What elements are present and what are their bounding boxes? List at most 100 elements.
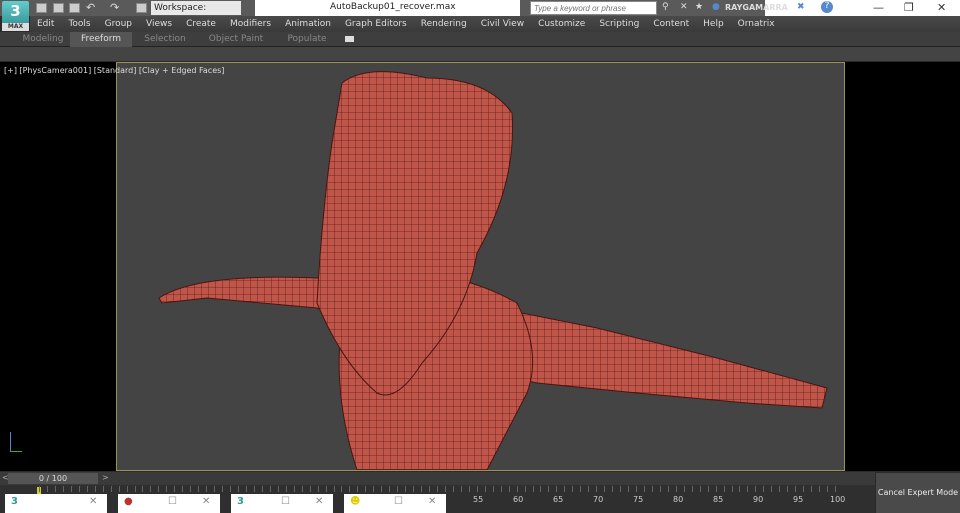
tab-modeling[interactable]: Modeling [8, 32, 78, 47]
timeline-tick [222, 486, 224, 492]
tab-populate[interactable]: Populate [280, 32, 334, 47]
satellite-icon[interactable]: ✕ [680, 2, 688, 12]
viewport-label[interactable]: [+] [PhysCamera001] [Standard] [Clay + E… [4, 66, 224, 75]
timeline-tick [230, 486, 232, 492]
minimize-button[interactable]: — [873, 1, 884, 14]
timeline-tick [126, 486, 128, 492]
timeline-tick [636, 486, 637, 492]
user-icon[interactable]: ● [712, 2, 720, 12]
timeline-tick [580, 486, 582, 492]
next-frame-button[interactable]: > [102, 473, 109, 482]
help-icon[interactable]: ? [821, 1, 833, 13]
timeline-tick [484, 486, 486, 492]
timeline-tick [819, 486, 821, 492]
app-icon: ● [124, 496, 133, 507]
project-folder-icon[interactable] [136, 3, 147, 13]
timeline-tick [349, 486, 351, 492]
cancel-expert-mode-button[interactable]: Cancel Expert Mode [876, 473, 960, 513]
taskbar-thumbnail-3dsmax-2[interactable]: 3 ☐ ✕ [231, 494, 333, 513]
viewport[interactable] [116, 62, 845, 471]
timeline-tick [309, 486, 311, 492]
timeline-tick [827, 486, 829, 492]
timeline-tick [763, 486, 765, 492]
close-icon[interactable]: ✕ [428, 496, 436, 507]
menu-graph-editors[interactable]: Graph Editors [338, 16, 414, 32]
menu-create[interactable]: Create [179, 16, 223, 32]
frame-indicator[interactable]: 0 / 100 [8, 473, 98, 484]
menu-group[interactable]: Group [98, 16, 139, 32]
restore-button[interactable]: ❐ [904, 1, 914, 14]
menu-rendering[interactable]: Rendering [414, 16, 474, 32]
timeline-tick [245, 486, 247, 492]
ribbon-options-icon[interactable] [345, 36, 354, 42]
timeline-tick [795, 486, 797, 492]
maximize-icon[interactable]: ☐ [281, 496, 290, 507]
search-input[interactable] [530, 1, 657, 15]
timeline-tick [421, 486, 423, 492]
timeline-tick [588, 486, 590, 492]
tab-freeform[interactable]: Freeform [70, 32, 132, 47]
taskbar-thumbnail-app[interactable]: ● ☐ ✕ [118, 494, 220, 513]
viewport-letterbox-left [0, 62, 116, 471]
close-icon[interactable]: ✕ [202, 496, 210, 507]
timeline-tick [715, 486, 717, 492]
workspace-dropdown[interactable]: Workspace: Default [151, 1, 241, 27]
open-file-icon[interactable] [53, 3, 64, 13]
tick-label: 55 [473, 495, 484, 504]
menu-scripting[interactable]: Scripting [592, 16, 646, 32]
new-file-icon[interactable] [36, 3, 47, 13]
menu-customize[interactable]: Customize [531, 16, 592, 32]
close-icon[interactable]: ✕ [315, 496, 323, 507]
timeline-tick [261, 486, 263, 492]
taskbar-thumbnail-3dsmax[interactable]: 3 ✕ [5, 494, 107, 513]
user-name[interactable]: RAYGAMARRA [725, 3, 788, 12]
viewport-letterbox-right [845, 62, 960, 471]
binoculars-icon[interactable]: ⚲ [662, 2, 669, 12]
timeline-tick [667, 486, 669, 492]
timeline-tick [174, 486, 176, 492]
app-logo-button[interactable]: 3 MAX [2, 1, 29, 31]
exchange-icon[interactable]: ✖ [797, 2, 805, 12]
menu-views[interactable]: Views [139, 16, 179, 32]
timeline-tick [54, 486, 56, 492]
menu-help[interactable]: Help [696, 16, 731, 32]
menu-ornatrix[interactable]: Ornatrix [731, 16, 782, 32]
tick-label: 85 [713, 495, 724, 504]
menu-tools[interactable]: Tools [61, 16, 97, 32]
menu-animation[interactable]: Animation [278, 16, 338, 32]
close-button[interactable]: ✕ [937, 1, 946, 14]
menu-content[interactable]: Content [646, 16, 696, 32]
timeline-tick [78, 486, 80, 492]
timeline-tick [548, 486, 550, 492]
tick-label: 90 [753, 495, 764, 504]
redo-icon[interactable]: ↷ [110, 1, 119, 14]
tick-label: 65 [553, 495, 564, 504]
save-icon[interactable] [69, 3, 80, 13]
menu-civil-view[interactable]: Civil View [474, 16, 531, 32]
menu-edit[interactable]: Edit [30, 16, 61, 32]
star-icon[interactable]: ★ [695, 2, 703, 12]
timeline-tick [166, 486, 168, 492]
timeline-tick [397, 486, 399, 492]
timeline-tick [492, 486, 494, 492]
maximize-icon[interactable]: ☐ [394, 496, 403, 507]
timeline-tick [683, 486, 685, 492]
ribbon-panel [0, 47, 960, 62]
timeline-tick [429, 486, 431, 492]
timeline-tick [150, 486, 152, 492]
timeline-tick [444, 486, 446, 492]
timeline-tick [94, 486, 96, 492]
menu-modifiers[interactable]: Modifiers [223, 16, 278, 32]
close-icon[interactable]: ✕ [89, 496, 97, 507]
timeline-tick [333, 486, 335, 492]
tab-selection[interactable]: Selection [135, 32, 195, 47]
character-model [158, 71, 828, 471]
tab-object-paint[interactable]: Object Paint [200, 32, 272, 47]
timeline-tick [182, 486, 184, 492]
taskbar-thumbnail-smiley[interactable]: ☻ ☐ ✕ [344, 494, 446, 513]
time-slider[interactable] [0, 472, 875, 485]
maximize-icon[interactable]: ☐ [168, 496, 177, 507]
menu-bar: Edit Tools Group Views Create Modifiers … [30, 16, 960, 32]
timeline-tick [365, 486, 367, 492]
undo-icon[interactable]: ↶ [86, 1, 95, 14]
